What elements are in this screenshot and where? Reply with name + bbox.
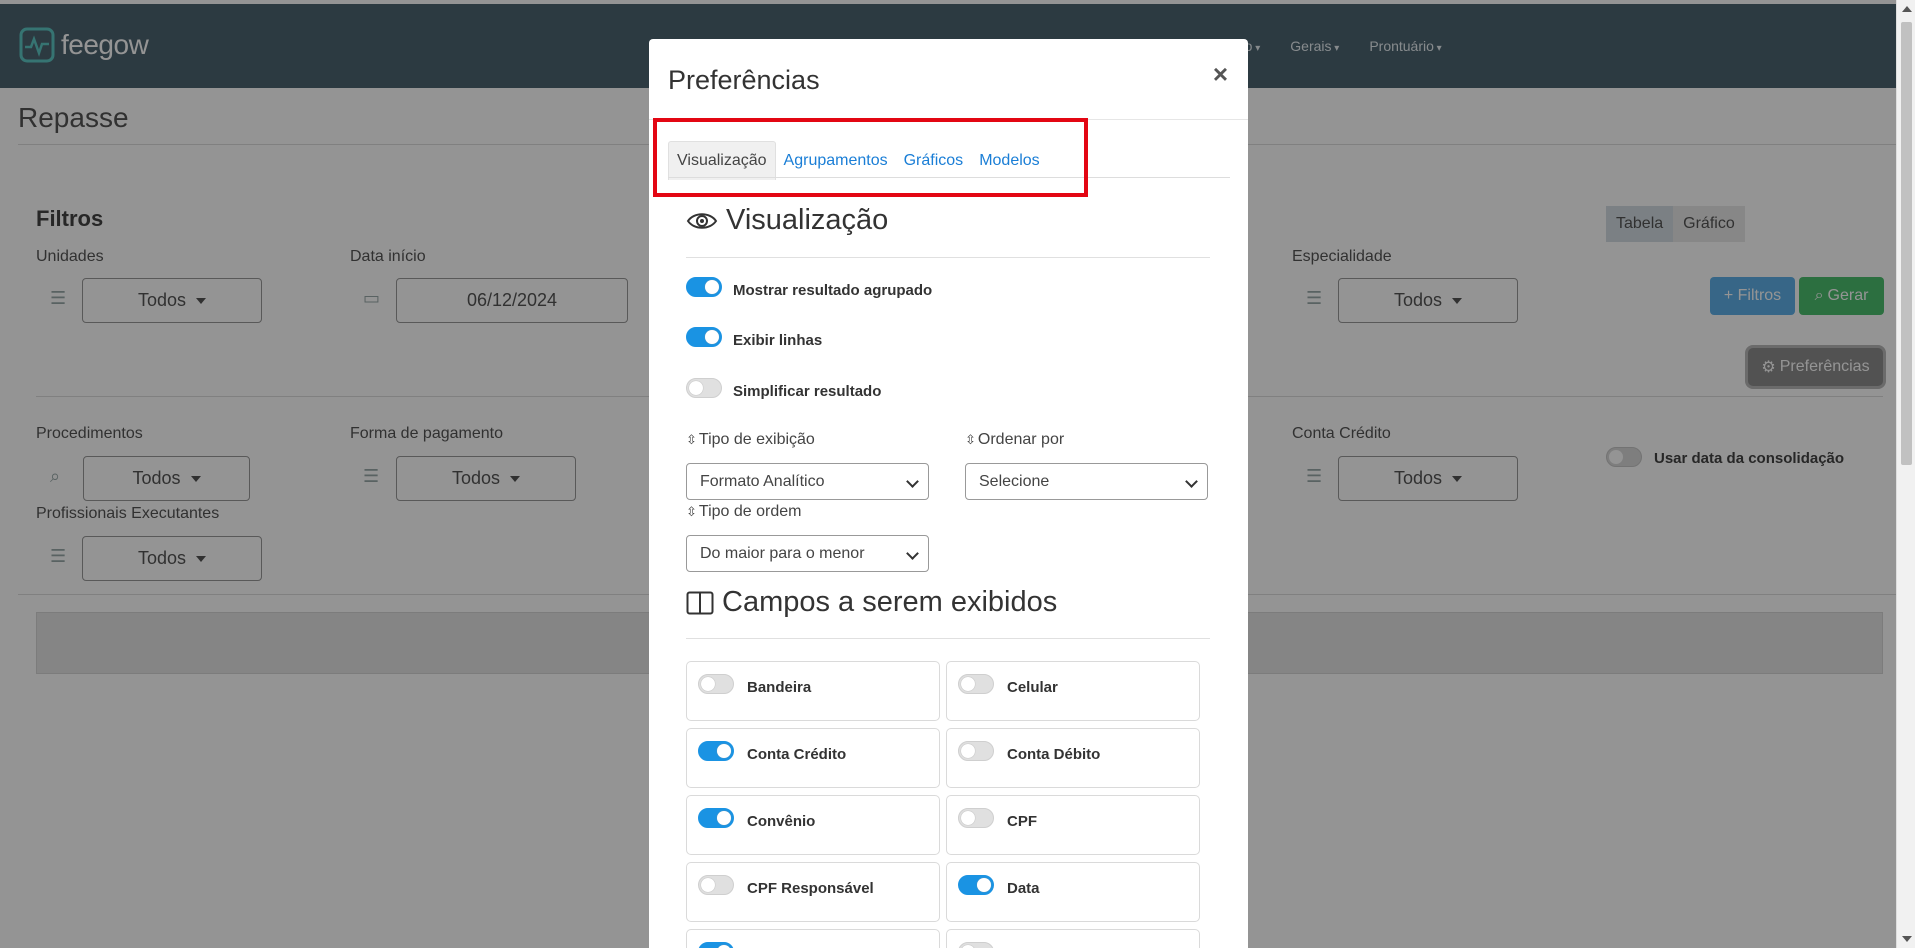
campos-heading: Campos a serem exibidos bbox=[686, 586, 1057, 619]
scroll-up-icon[interactable] bbox=[1902, 6, 1912, 12]
scrollbar-thumb[interactable] bbox=[1901, 22, 1912, 465]
sort-icon: ⇳ bbox=[686, 504, 697, 519]
campo-card-bandeira[interactable]: Bandeira bbox=[686, 661, 940, 721]
visualizacao-heading: Visualização bbox=[686, 204, 888, 237]
partial-right-toggle[interactable] bbox=[958, 942, 994, 948]
campos-divider bbox=[686, 638, 1210, 639]
campo-card-cpf[interactable]: CPF bbox=[946, 795, 1200, 855]
visualizacao-divider bbox=[686, 257, 1210, 258]
campo-card-cpf-responsavel[interactable]: CPF Responsável bbox=[686, 862, 940, 922]
bandeira-toggle[interactable] bbox=[698, 674, 734, 694]
eye-icon bbox=[686, 212, 718, 229]
tipo-exibicao-label: ⇳ Tipo de exibição bbox=[686, 431, 815, 449]
simplificar-toggle[interactable] bbox=[686, 378, 722, 398]
exibir-linhas-label: Exibir linhas bbox=[733, 332, 823, 349]
visualizacao-heading-text: Visualização bbox=[726, 204, 889, 236]
campo-card-convenio[interactable]: Convênio bbox=[686, 795, 940, 855]
tipo-exibicao-select[interactable]: Formato Analítico bbox=[686, 463, 929, 500]
data-label: Data bbox=[1007, 880, 1040, 897]
convenio-toggle[interactable] bbox=[698, 808, 734, 828]
page-scrollbar[interactable] bbox=[1896, 0, 1915, 948]
cpf-responsavel-toggle[interactable] bbox=[698, 875, 734, 895]
cpf-label: CPF bbox=[1007, 813, 1037, 830]
data-toggle[interactable] bbox=[958, 875, 994, 895]
partial-left-toggle[interactable] bbox=[698, 942, 734, 948]
bandeira-label: Bandeira bbox=[747, 679, 812, 696]
conta-debito-label: Conta Débito bbox=[1007, 746, 1101, 763]
exibir-linhas-toggle[interactable] bbox=[686, 327, 722, 347]
mostrar-agrupado-label: Mostrar resultado agrupado bbox=[733, 282, 933, 299]
cpf-toggle[interactable] bbox=[958, 808, 994, 828]
ordenar-por-label-text: Ordenar por bbox=[977, 431, 1065, 448]
scroll-down-icon[interactable] bbox=[1902, 936, 1912, 942]
celular-toggle[interactable] bbox=[958, 674, 994, 694]
conta-credito-toggle[interactable] bbox=[698, 741, 734, 761]
campo-card-conta-debito[interactable]: Conta Débito bbox=[946, 728, 1200, 788]
ordenar-por-label: ⇳ Ordenar por bbox=[965, 431, 1064, 449]
sort-icon: ⇳ bbox=[686, 432, 697, 447]
ordenar-por-select[interactable]: Selecione bbox=[965, 463, 1208, 500]
cpf-responsavel-label: CPF Responsável bbox=[747, 880, 874, 897]
campos-heading-text: Campos a serem exibidos bbox=[722, 586, 1058, 618]
campo-card-partial-right[interactable] bbox=[946, 929, 1200, 948]
tipo-ordem-label: ⇳ Tipo de ordem bbox=[686, 503, 801, 521]
conta-debito-toggle[interactable] bbox=[958, 741, 994, 761]
sort-icon: ⇳ bbox=[965, 432, 976, 447]
campo-card-data[interactable]: Data bbox=[946, 862, 1200, 922]
simplificar-label: Simplificar resultado bbox=[733, 383, 882, 400]
conta-credito-label: Conta Crédito bbox=[747, 746, 847, 763]
campo-card-partial-left[interactable] bbox=[686, 929, 940, 948]
mostrar-agrupado-toggle[interactable] bbox=[686, 277, 722, 297]
columns-icon bbox=[686, 591, 714, 614]
campo-card-conta-credito[interactable]: Conta Crédito bbox=[686, 728, 940, 788]
celular-label: Celular bbox=[1007, 679, 1058, 696]
convenio-label: Convênio bbox=[747, 813, 816, 830]
modal-title: Preferências bbox=[668, 65, 820, 95]
tipo-ordem-select[interactable]: Do maior para o menor bbox=[686, 535, 929, 572]
campo-card-celular[interactable]: Celular bbox=[946, 661, 1200, 721]
tipo-ordem-label-text: Tipo de ordem bbox=[698, 503, 802, 520]
preferences-modal: Preferências × Visualização Agrupamentos… bbox=[649, 39, 1248, 948]
tabs-highlight-box bbox=[653, 118, 1088, 197]
close-icon[interactable]: × bbox=[1213, 59, 1228, 90]
tipo-exibicao-label-text: Tipo de exibição bbox=[698, 431, 815, 448]
